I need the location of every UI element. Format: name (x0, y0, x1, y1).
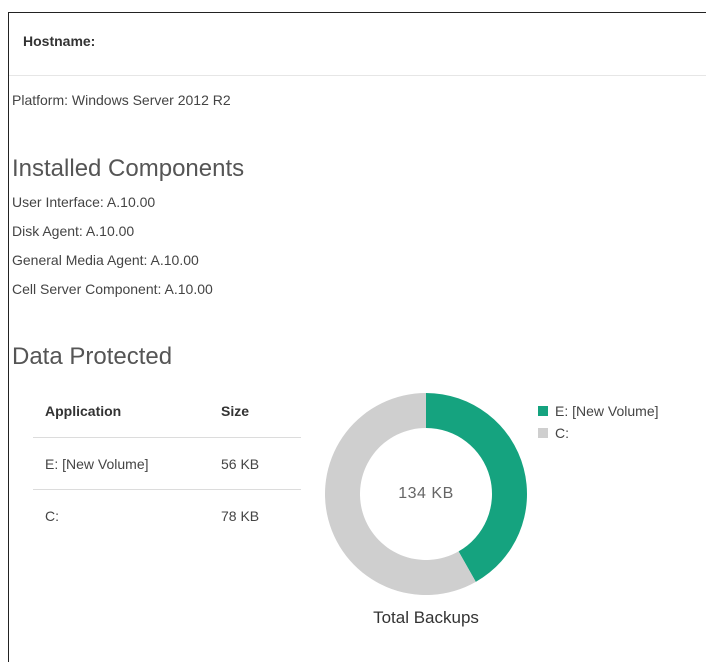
legend-swatch (538, 406, 548, 416)
column-header-size[interactable]: Size (209, 385, 301, 438)
total-backups-donut: 134 KB (320, 388, 532, 600)
application-cell: E: [New Volume] (33, 437, 209, 490)
component-item: Cell Server Component: A.10.00 (12, 281, 213, 297)
table-row: E: [New Volume] 56 KB (33, 437, 301, 490)
panel-header: Hostname: (9, 13, 706, 76)
legend-item-c[interactable]: C: (538, 422, 659, 444)
legend-swatch (538, 428, 548, 438)
component-item: User Interface: A.10.00 (12, 194, 156, 210)
installed-components-title: Installed Components (12, 155, 245, 182)
data-protected-table: Application Size E: [New Volume] 56 KB C… (33, 385, 301, 541)
hostname-label: Hostname: (23, 33, 96, 49)
component-item: General Media Agent: A.10.00 (12, 252, 199, 268)
application-cell: C: (45, 507, 59, 524)
size-cell: 56 KB (209, 437, 301, 490)
donut-caption: Total Backups (373, 608, 479, 627)
table-header-row: Application Size (33, 385, 301, 438)
installed-components-list: User Interface: A.10.00 Disk Agent: A.10… (12, 193, 213, 309)
donut-legend: E: [New Volume] C: (538, 400, 659, 444)
column-header-application[interactable]: Application (33, 385, 209, 438)
legend-label: C: (555, 425, 569, 441)
table-row: C: 78 KB (33, 490, 301, 542)
component-item: Disk Agent: A.10.00 (12, 223, 135, 239)
legend-item-e-volume[interactable]: E: [New Volume] (538, 400, 659, 422)
data-protected-title: Data Protected (12, 343, 173, 370)
donut-center-label: 134 KB (398, 485, 454, 502)
size-cell: 78 KB (221, 507, 260, 524)
legend-label: E: [New Volume] (555, 403, 659, 419)
platform-text: Platform: Windows Server 2012 R2 (12, 92, 231, 108)
